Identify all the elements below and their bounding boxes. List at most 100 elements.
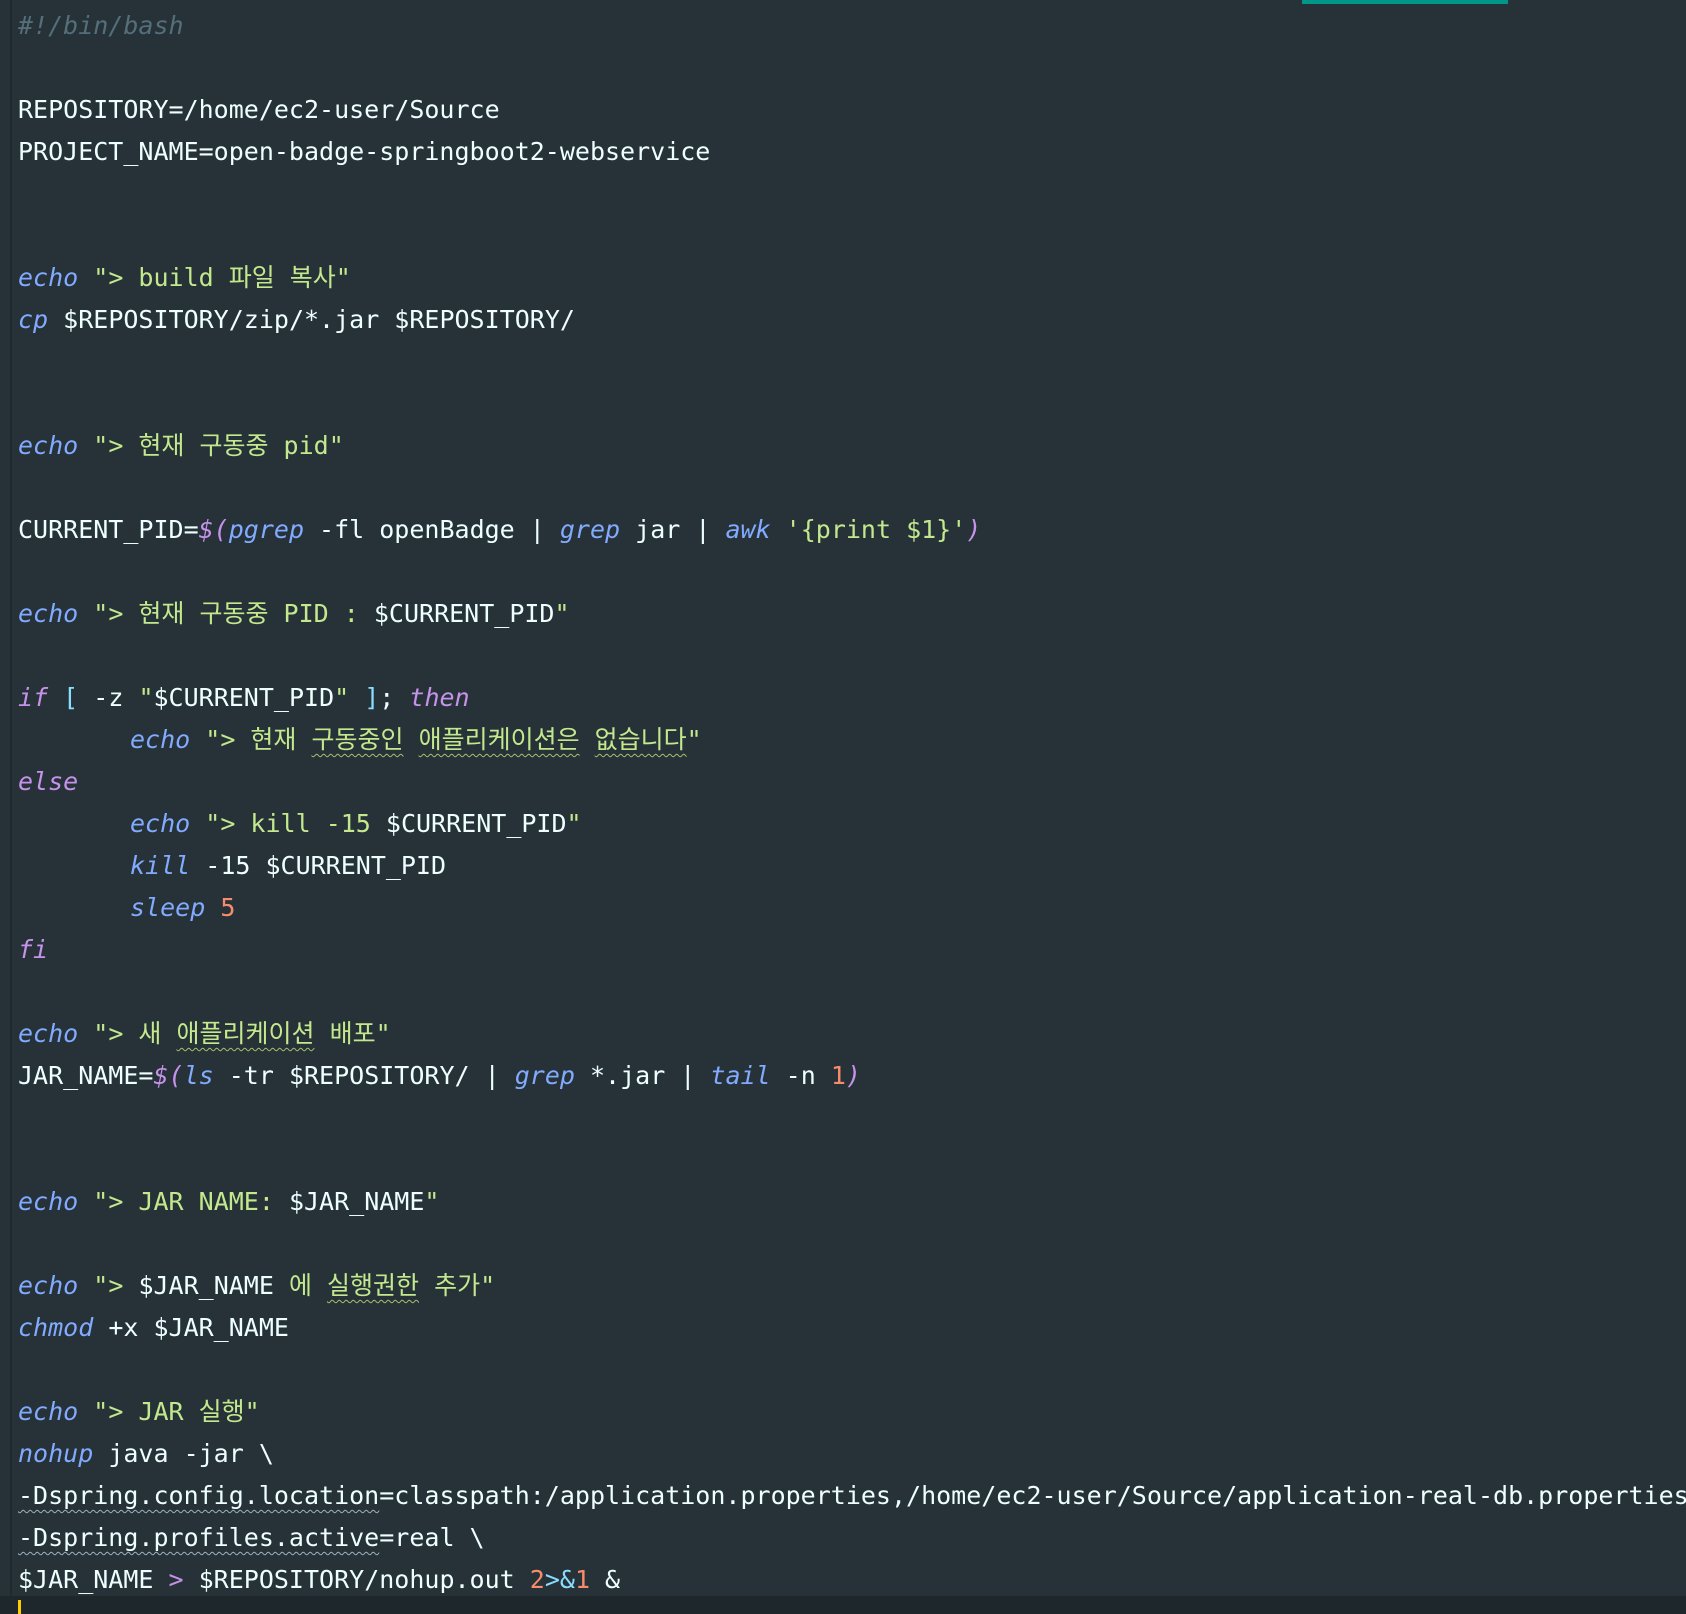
command-keyword: chmod bbox=[18, 1313, 94, 1342]
code-line-20: echo "> kill -15 $CURRENT_PID" bbox=[18, 803, 1686, 845]
shebang-comment: #!/bin/bash bbox=[18, 11, 184, 40]
code-line-38: $JAR_NAME > $REPOSITORY/nohup.out 2>&1 & bbox=[18, 1559, 1686, 1601]
spellcheck-word: 없습니다 bbox=[594, 725, 687, 754]
bracket: [ bbox=[48, 683, 79, 712]
variable-reference: $JAR_NAME bbox=[18, 1565, 154, 1594]
variable-assignment: JAR_NAME= bbox=[18, 1061, 154, 1090]
string-literal: "> 현재 구동중 PID : bbox=[93, 599, 374, 628]
control-keyword: if bbox=[18, 683, 49, 712]
command-args: *.jar | bbox=[574, 1061, 711, 1090]
code-line-36: -Dspring.config.location=classpath:/appl… bbox=[18, 1475, 1686, 1517]
command-keyword: echo bbox=[18, 263, 79, 292]
spellcheck-word: 실행권한 bbox=[327, 1271, 420, 1300]
command-args: -fl openBadge | bbox=[304, 515, 560, 544]
code-area[interactable]: #!/bin/bash REPOSITORY=/home/ec2-user/So… bbox=[18, 5, 1686, 1601]
command-keyword: cp bbox=[18, 305, 49, 334]
project-name-assignment: PROJECT_NAME=open-badge-springboot2-webs… bbox=[18, 137, 711, 166]
command-keyword: echo bbox=[18, 431, 79, 460]
control-keyword: then bbox=[409, 683, 470, 712]
test-flag: -z bbox=[78, 683, 139, 712]
command-keyword: grep bbox=[514, 1061, 575, 1090]
code-line-8: cp $REPOSITORY/zip/*.jar $REPOSITORY/ bbox=[18, 299, 1686, 341]
command-args: -tr $REPOSITORY/ | bbox=[213, 1061, 515, 1090]
code-line-18: echo "> 현재 구동중인 애플리케이션은 없습니다" bbox=[18, 719, 1686, 761]
number-literal: 2 bbox=[529, 1565, 545, 1594]
spellcheck-word: 애플리케이션은 bbox=[418, 725, 580, 754]
code-line-34: echo "> JAR 실행" bbox=[18, 1391, 1686, 1433]
variable-assignment: CURRENT_PID= bbox=[18, 515, 199, 544]
command-args: -n bbox=[770, 1061, 831, 1090]
variable-reference: $JAR_NAME bbox=[288, 1187, 425, 1216]
bracket: ] bbox=[349, 683, 380, 712]
string-literal: " bbox=[334, 683, 350, 712]
subshell-close: ) bbox=[966, 515, 982, 544]
string-literal: "> 현재 구동중 pid" bbox=[93, 431, 344, 460]
string-literal: 배포" bbox=[314, 1019, 391, 1048]
command-keyword: echo bbox=[18, 599, 79, 628]
command-args: $REPOSITORY/zip/*.jar $REPOSITORY/ bbox=[63, 305, 575, 334]
number-literal: 1 bbox=[574, 1565, 590, 1594]
scroll-position-indicator[interactable] bbox=[1302, 0, 1508, 4]
string-literal: 추가" bbox=[419, 1271, 496, 1300]
command-keyword: nohup bbox=[18, 1439, 94, 1468]
string-literal: " bbox=[566, 809, 582, 838]
command-args: =real \ bbox=[379, 1523, 485, 1552]
command-keyword: echo bbox=[18, 1019, 79, 1048]
command-keyword: grep bbox=[559, 515, 621, 544]
control-keyword: fi bbox=[18, 935, 49, 964]
command-keyword: kill bbox=[130, 851, 191, 880]
command-keyword: echo bbox=[18, 1187, 79, 1216]
code-line-26: JAR_NAME=$(ls -tr $REPOSITORY/ | grep *.… bbox=[18, 1055, 1686, 1097]
code-line-4: PROJECT_NAME=open-badge-springboot2-webs… bbox=[18, 131, 1686, 173]
command-keyword: echo bbox=[130, 725, 191, 754]
string-literal: "> build 파일 복사" bbox=[93, 263, 351, 292]
separator: ; bbox=[379, 683, 410, 712]
background-operator: & bbox=[590, 1565, 621, 1594]
redirect-operator: > bbox=[153, 1565, 184, 1594]
command-keyword: echo bbox=[18, 1397, 79, 1426]
code-line-23: fi bbox=[18, 929, 1686, 971]
command-keyword: awk bbox=[725, 515, 771, 544]
string-literal: "> bbox=[93, 1271, 139, 1300]
repository-assignment: REPOSITORY=/home/ec2-user/Source bbox=[18, 95, 500, 124]
command-args: -15 $CURRENT_PID bbox=[190, 851, 447, 880]
code-line-21: kill -15 $CURRENT_PID bbox=[18, 845, 1686, 887]
number-literal: 5 bbox=[220, 893, 236, 922]
spellcheck-word: 애플리케이션 bbox=[176, 1019, 315, 1048]
code-editor[interactable]: #!/bin/bash REPOSITORY=/home/ec2-user/So… bbox=[0, 0, 1686, 1614]
string-literal: "> kill -15 bbox=[205, 809, 386, 838]
redirect-operator: >& bbox=[544, 1565, 575, 1594]
subshell-close: ) bbox=[845, 1061, 861, 1090]
command-keyword: echo bbox=[18, 1271, 79, 1300]
code-line-1: #!/bin/bash bbox=[18, 5, 1686, 47]
string-literal: '{print $1}' bbox=[770, 515, 967, 544]
variable-reference: $CURRENT_PID bbox=[385, 809, 567, 838]
variable-reference: $CURRENT_PID bbox=[153, 683, 335, 712]
variable-reference: $CURRENT_PID bbox=[373, 599, 555, 628]
indent-guide bbox=[10, 0, 12, 1614]
command-keyword: ls bbox=[183, 1061, 214, 1090]
string-literal: "> 현재 bbox=[205, 725, 312, 754]
code-line-13: CURRENT_PID=$(pgrep -fl openBadge | grep… bbox=[18, 509, 1686, 551]
string-literal: "> JAR NAME: bbox=[93, 1187, 289, 1216]
string-literal: 에 bbox=[273, 1271, 328, 1300]
command-args: +x $JAR_NAME bbox=[93, 1313, 289, 1342]
command-args: jar | bbox=[620, 515, 726, 544]
string-literal: " bbox=[686, 725, 702, 754]
code-line-25: echo "> 새 애플리케이션 배포" bbox=[18, 1013, 1686, 1055]
command-keyword: tail bbox=[710, 1061, 771, 1090]
code-line-35: nohup java -jar \ bbox=[18, 1433, 1686, 1475]
command-args: =classpath:/application.properties,/home… bbox=[379, 1481, 1686, 1510]
spellcheck-word: -Dspring.profiles.active bbox=[18, 1523, 380, 1552]
spellcheck-word: 구동중인 bbox=[311, 725, 404, 754]
